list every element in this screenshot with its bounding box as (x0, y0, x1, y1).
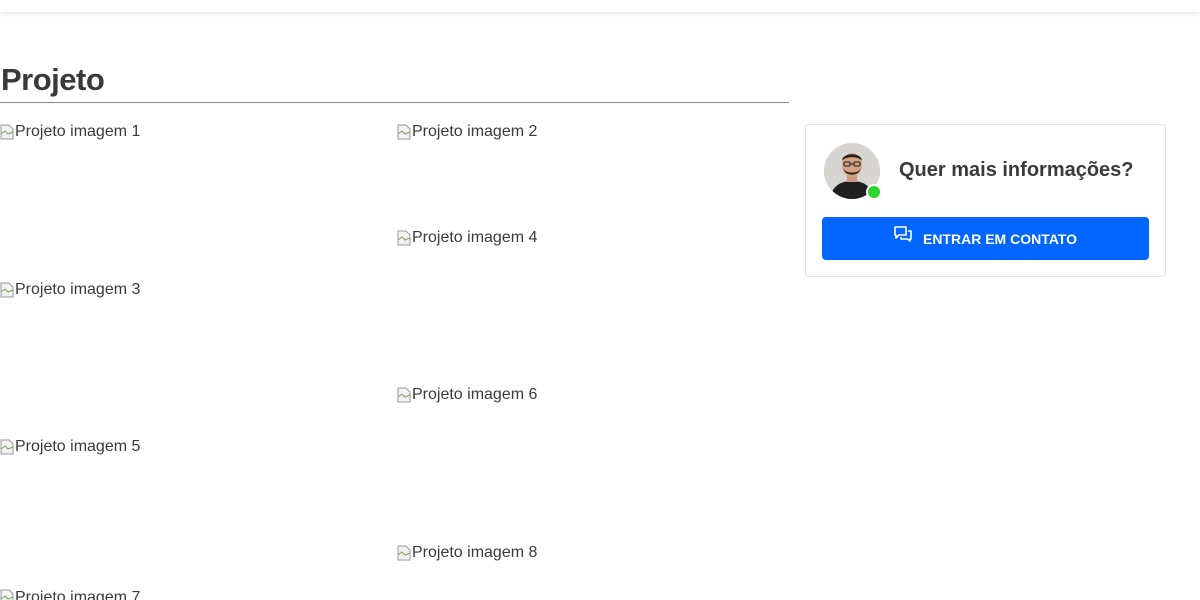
gallery-image-alt: Projeto imagem 6 (412, 386, 538, 403)
broken-image-icon (397, 545, 411, 561)
gallery-image-2[interactable]: Projeto imagem 2 (397, 123, 537, 141)
gallery-image-3[interactable]: Projeto imagem 3 (0, 281, 140, 299)
broken-image-icon (397, 230, 411, 246)
broken-image-icon (397, 124, 411, 140)
gallery-image-alt: Projeto imagem 2 (412, 123, 538, 140)
gallery-image-alt: Projeto imagem 4 (412, 229, 538, 246)
gallery-image-1[interactable]: Projeto imagem 1 (0, 123, 140, 141)
broken-image-icon (0, 589, 14, 600)
contact-card: Quer mais informações? ENTRAR EM CONTATO (805, 124, 1166, 277)
contact-button-label: ENTRAR EM CONTATO (923, 230, 1077, 247)
gallery-image-8[interactable]: Projeto imagem 8 (397, 544, 537, 562)
title-divider (0, 102, 789, 103)
broken-image-icon (0, 282, 14, 298)
gallery-image-4[interactable]: Projeto imagem 4 (397, 229, 537, 247)
gallery-image-6[interactable]: Projeto imagem 6 (397, 386, 537, 404)
gallery-image-5[interactable]: Projeto imagem 5 (0, 438, 140, 456)
chat-icon (894, 226, 912, 245)
gallery-image-alt: Projeto imagem 1 (15, 123, 141, 140)
gallery-image-alt: Projeto imagem 7 (15, 589, 141, 600)
broken-image-icon (397, 387, 411, 403)
gallery-image-alt: Projeto imagem 8 (412, 544, 538, 561)
gallery-image-alt: Projeto imagem 5 (15, 438, 141, 455)
page-title: Projeto (1, 62, 105, 97)
contact-heading: Quer mais informações? (899, 159, 1134, 181)
broken-image-icon (0, 439, 14, 455)
online-status-indicator (866, 184, 882, 200)
broken-image-icon (0, 124, 14, 140)
gallery-image-alt: Projeto imagem 3 (15, 281, 141, 298)
project-page: Projeto Projeto imagem 1 Projeto imagem … (0, 0, 1200, 600)
contact-button[interactable]: ENTRAR EM CONTATO (822, 217, 1149, 260)
gallery-image-7[interactable]: Projeto imagem 7 (0, 589, 140, 600)
